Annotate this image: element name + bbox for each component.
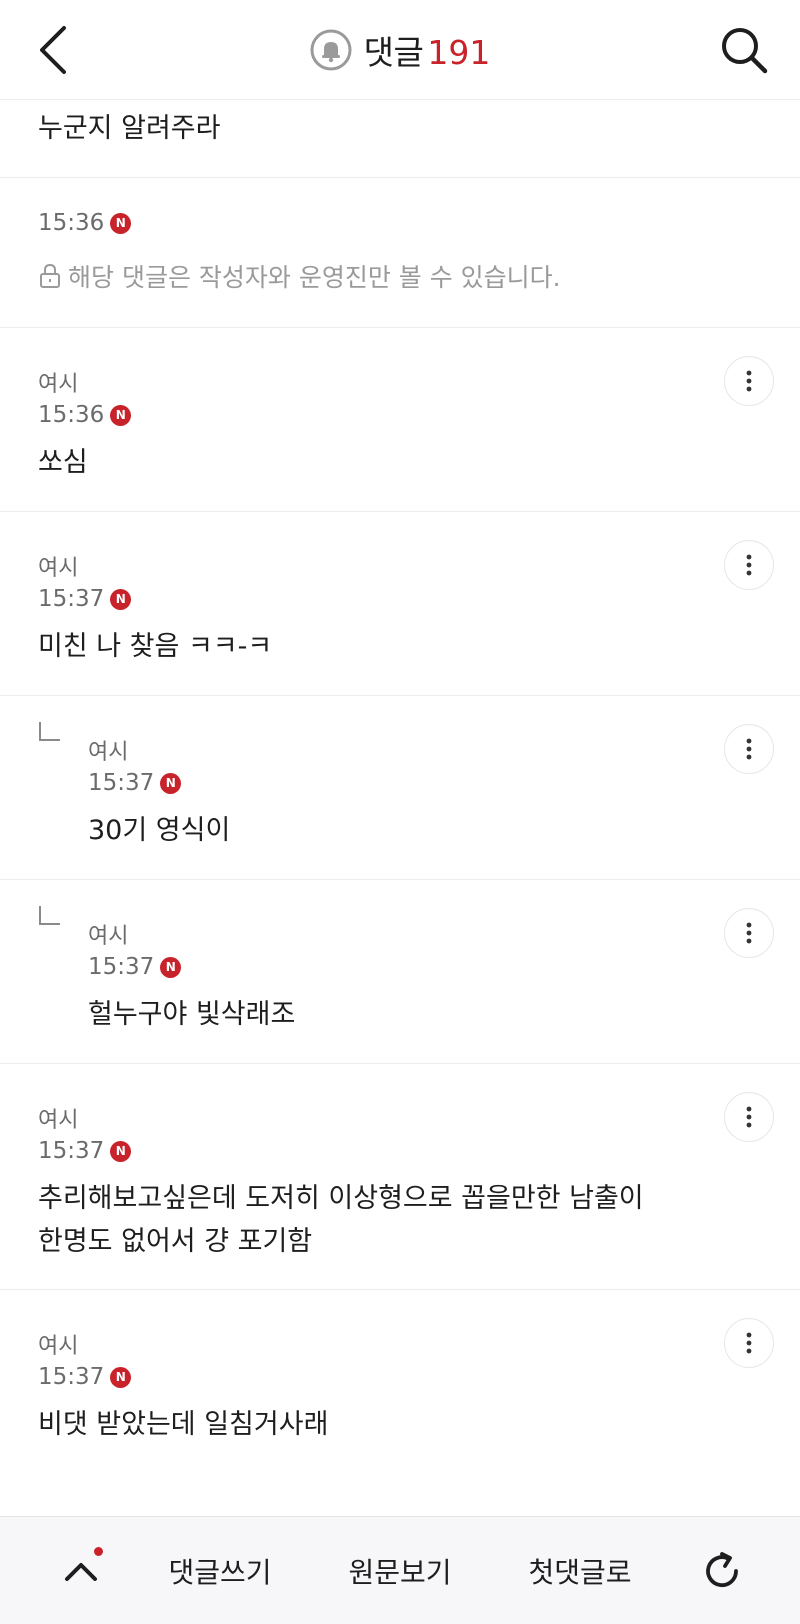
comment-meta: 15:37 N: [38, 1138, 132, 1164]
write-comment-label: 댓글쓰기: [168, 1556, 272, 1589]
scroll-up-button[interactable]: [46, 1517, 116, 1624]
more-options-button[interactable]: [724, 908, 774, 958]
list-item: 여시 15:37 N 비댓 받았는데 일침거사래: [0, 1290, 800, 1490]
comment-body: 30기 영식이: [88, 815, 231, 846]
reply-arrow-icon: [39, 906, 60, 925]
more-vertical-icon: [746, 554, 752, 576]
locked-text: 해당 댓글은 작성자와 운영진만 볼 수 있습니다.: [68, 263, 561, 292]
comment-meta: 15:36 N: [38, 402, 132, 428]
comment-body-line-2: 한명도 없어서 걍 포기함: [38, 1226, 313, 1257]
title-label: 댓글: [363, 33, 424, 72]
list-item: 여시 15:37 N 미친 나 찾음 ㅋㅋ-ㅋ: [0, 512, 800, 696]
comment-time: 15:37: [88, 770, 155, 796]
comment-time: 15:37: [88, 954, 155, 980]
comment-author[interactable]: 여시: [38, 550, 78, 582]
refresh-icon: [706, 1552, 738, 1588]
comment-list[interactable]: 누군지 알려주라 15:36 N 해당 댓글은 작성자와 운영진만 볼 수 있습…: [0, 100, 800, 1516]
new-badge: N: [160, 956, 182, 978]
back-button[interactable]: [28, 20, 84, 80]
write-comment-button[interactable]: 댓글쓰기: [150, 1517, 290, 1624]
comment-author[interactable]: 여시: [88, 734, 128, 766]
list-item: 누군지 알려주라: [0, 100, 800, 178]
more-options-button[interactable]: [724, 1318, 774, 1368]
comment-meta: 15:36 N: [38, 210, 132, 236]
comment-author[interactable]: 여시: [38, 1102, 78, 1134]
more-vertical-icon: [746, 1106, 752, 1128]
comment-body-line-1: 추리해보고싶은데 도저히 이상형으로 꼽을만한 남출이: [38, 1183, 644, 1214]
comment-body: 쏘심: [38, 447, 88, 478]
new-badge: N: [110, 404, 132, 426]
comment-meta: 15:37 N: [38, 1364, 132, 1390]
comment-meta: 15:37 N: [38, 586, 132, 612]
comment-author[interactable]: 여시: [38, 366, 78, 398]
list-item: 여시 15:37 N 추리해보고싶은데 도저히 이상형으로 꼽을만한 남출이 한…: [0, 1064, 800, 1290]
comment-body: 비댓 받았는데 일침거사래: [38, 1409, 329, 1440]
bottom-toolbar: 댓글쓰기 원문보기 첫댓글로: [0, 1516, 800, 1624]
more-options-button[interactable]: [724, 356, 774, 406]
reply-arrow-icon: [39, 722, 60, 741]
lock-icon: [40, 263, 60, 288]
comment-count: 191: [427, 33, 491, 72]
more-vertical-icon: [746, 922, 752, 944]
refresh-button[interactable]: [690, 1517, 754, 1624]
list-item: 15:36 N 해당 댓글은 작성자와 운영진만 볼 수 있습니다.: [0, 178, 800, 328]
more-options-button[interactable]: [724, 724, 774, 774]
comment-time: 15:37: [38, 1138, 105, 1164]
comment-time: 15:37: [38, 1364, 105, 1390]
comment-time: 15:37: [38, 586, 105, 612]
more-options-button[interactable]: [724, 540, 774, 590]
more-vertical-icon: [746, 370, 752, 392]
comment-time: 15:36: [38, 402, 105, 428]
comment-body: 헐누구야 빛삭래조: [88, 999, 296, 1030]
back-arrow-icon: [40, 26, 66, 74]
list-item: 여시 15:37 N 헐누구야 빛삭래조: [0, 880, 800, 1064]
more-vertical-icon: [746, 1332, 752, 1354]
search-icon: [722, 28, 768, 74]
comment-body: 누군지 알려주라: [38, 113, 221, 144]
notification-dot: [94, 1547, 103, 1556]
new-badge: N: [110, 1366, 132, 1388]
list-item: 여시 15:36 N 쏘심: [0, 328, 800, 512]
new-badge: N: [110, 212, 132, 234]
view-original-button[interactable]: 원문보기: [330, 1517, 470, 1624]
first-comment-button[interactable]: 첫댓글로: [510, 1517, 650, 1624]
comment-author[interactable]: 여시: [38, 1328, 78, 1360]
new-badge: N: [110, 1140, 132, 1162]
more-options-button[interactable]: [724, 1092, 774, 1142]
new-badge: N: [110, 588, 132, 610]
locked-notice: 해당 댓글은 작성자와 운영진만 볼 수 있습니다.: [38, 258, 561, 294]
comment-meta: 15:37 N: [88, 954, 182, 980]
list-item: 여시 15:37 N 30기 영식이: [0, 696, 800, 880]
search-button[interactable]: [716, 22, 772, 78]
comment-time: 15:36: [38, 210, 105, 236]
comment-body: 미친 나 찾음 ㅋㅋ-ㅋ: [38, 631, 273, 662]
page-title: 댓글 191: [0, 0, 800, 100]
more-vertical-icon: [746, 738, 752, 760]
comment-author[interactable]: 여시: [88, 918, 128, 950]
new-badge: N: [160, 772, 182, 794]
first-comment-label: 첫댓글로: [528, 1556, 632, 1589]
chevron-up-icon: [65, 1563, 97, 1581]
bell-icon[interactable]: [310, 29, 352, 71]
view-original-label: 원문보기: [348, 1556, 452, 1589]
comment-meta: 15:37 N: [88, 770, 182, 796]
top-bar: 댓글 191: [0, 0, 800, 100]
